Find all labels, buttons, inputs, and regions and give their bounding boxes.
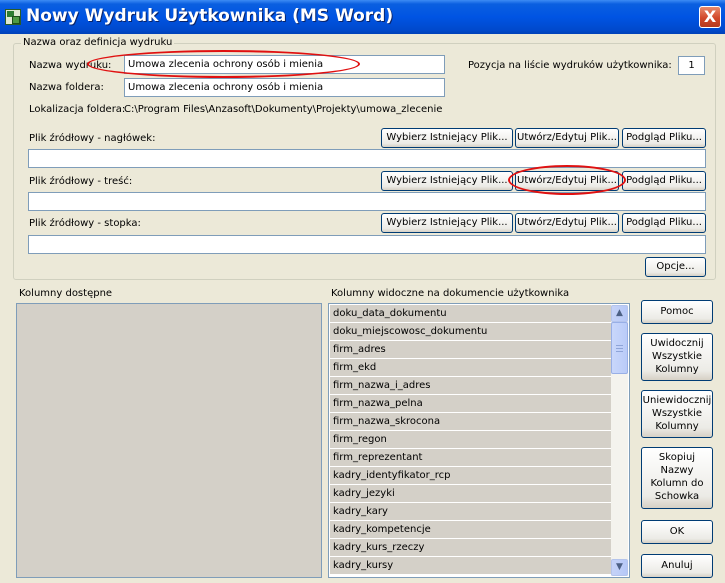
list-item[interactable]: firm_reprezentant xyxy=(330,449,612,467)
source-footer-label: Plik źródłowy - stopka: xyxy=(29,218,141,229)
visible-columns-label: Kolumny widoczne na dokumencie użytkowni… xyxy=(331,288,570,299)
location-value: C:\Program Files\Anzasoft\Dokumenty\Proj… xyxy=(124,104,443,115)
cancel-button[interactable]: Anuluj xyxy=(641,554,713,578)
source-header-label: Plik źródłowy - nagłówek: xyxy=(29,133,156,144)
ok-button[interactable]: OK xyxy=(641,520,713,544)
list-item[interactable]: kadry_kursy xyxy=(330,557,612,575)
list-item[interactable]: kadry_jezyki xyxy=(330,485,612,503)
list-item[interactable]: firm_ekd xyxy=(330,359,612,377)
list-item[interactable]: firm_nazwa_pelna xyxy=(330,395,612,413)
source-footer-input[interactable] xyxy=(28,235,706,254)
window-title: Nowy Wydruk Użytkownika (MS Word) xyxy=(26,6,394,26)
create-footer-button[interactable]: Utwórz/Edytuj Plik... xyxy=(515,213,619,233)
preview-body-button[interactable]: Podgląd Pliku... xyxy=(622,171,706,191)
list-item[interactable]: firm_adres xyxy=(330,341,612,359)
choose-body-button[interactable]: Wybierz Istniejący Plik... xyxy=(381,171,513,191)
help-button[interactable]: Pomoc xyxy=(641,300,713,324)
list-item[interactable]: kadry_kary xyxy=(330,503,612,521)
source-body-label: Plik źródłowy - treść: xyxy=(29,176,133,187)
scroll-up-icon[interactable]: ▲ xyxy=(611,305,628,322)
name-label: Nazwa wydruku: xyxy=(29,60,112,71)
hide-all-columns-button[interactable]: Uniewidocznij Wszystkie Kolumny xyxy=(641,390,713,438)
name-input[interactable]: Umowa zlecenia ochrony osób i mienia xyxy=(124,55,445,74)
list-scrollbar[interactable]: ▲ ▼ xyxy=(611,305,628,576)
preview-footer-button[interactable]: Podgląd Pliku... xyxy=(622,213,706,233)
available-columns-list[interactable] xyxy=(16,303,322,578)
list-item[interactable]: doku_data_dokumentu xyxy=(330,305,612,323)
list-item[interactable]: kadry_kompetencje xyxy=(330,521,612,539)
scroll-thumb[interactable] xyxy=(611,322,628,374)
list-item[interactable]: kadry_kurs_rzeczy xyxy=(330,539,612,557)
app-icon xyxy=(5,9,21,25)
copy-column-names-button[interactable]: Skopiuj Nazwy Kolumn do Schowka xyxy=(641,447,713,509)
list-item[interactable]: firm_nazwa_i_adres xyxy=(330,377,612,395)
show-all-columns-button[interactable]: Uwidocznij Wszystkie Kolumny xyxy=(641,333,713,381)
create-body-button[interactable]: Utwórz/Edytuj Plik... xyxy=(515,171,619,191)
preview-header-button[interactable]: Podgląd Pliku... xyxy=(622,128,706,148)
source-header-input[interactable] xyxy=(28,149,706,168)
choose-footer-button[interactable]: Wybierz Istniejący Plik... xyxy=(381,213,513,233)
source-body-input[interactable] xyxy=(28,192,706,211)
group-caption: Nazwa oraz definicja wydruku xyxy=(21,37,175,48)
available-columns-label: Kolumny dostępne xyxy=(19,288,113,299)
location-label: Lokalizacja foldera: xyxy=(29,104,126,115)
list-item[interactable]: doku_miejscowosc_dokumentu xyxy=(330,323,612,341)
list-item[interactable]: firm_nazwa_skrocona xyxy=(330,413,612,431)
title-bar[interactable]: Nowy Wydruk Użytkownika (MS Word) X xyxy=(0,0,725,34)
list-item[interactable]: firm_regon xyxy=(330,431,612,449)
close-button[interactable]: X xyxy=(699,6,721,28)
visible-columns-list[interactable]: doku_data_dokumentu doku_miejscowosc_doku… xyxy=(328,303,630,578)
folder-label: Nazwa foldera: xyxy=(29,82,104,93)
folder-input[interactable]: Umowa zlecenia ochrony osób i mienia xyxy=(124,78,445,97)
create-header-button[interactable]: Utwórz/Edytuj Plik... xyxy=(515,128,619,148)
dialog-window: Nowy Wydruk Użytkownika (MS Word) X Nazw… xyxy=(0,0,725,583)
position-input[interactable]: 1 xyxy=(678,56,705,75)
options-button[interactable]: Opcje... xyxy=(645,257,706,277)
scroll-down-icon[interactable]: ▼ xyxy=(611,559,628,576)
position-label: Pozycja na liście wydruków użytkownika: xyxy=(468,60,672,71)
list-item[interactable]: kadry_identyfikator_rcp xyxy=(330,467,612,485)
choose-header-button[interactable]: Wybierz Istniejący Plik... xyxy=(381,128,513,148)
